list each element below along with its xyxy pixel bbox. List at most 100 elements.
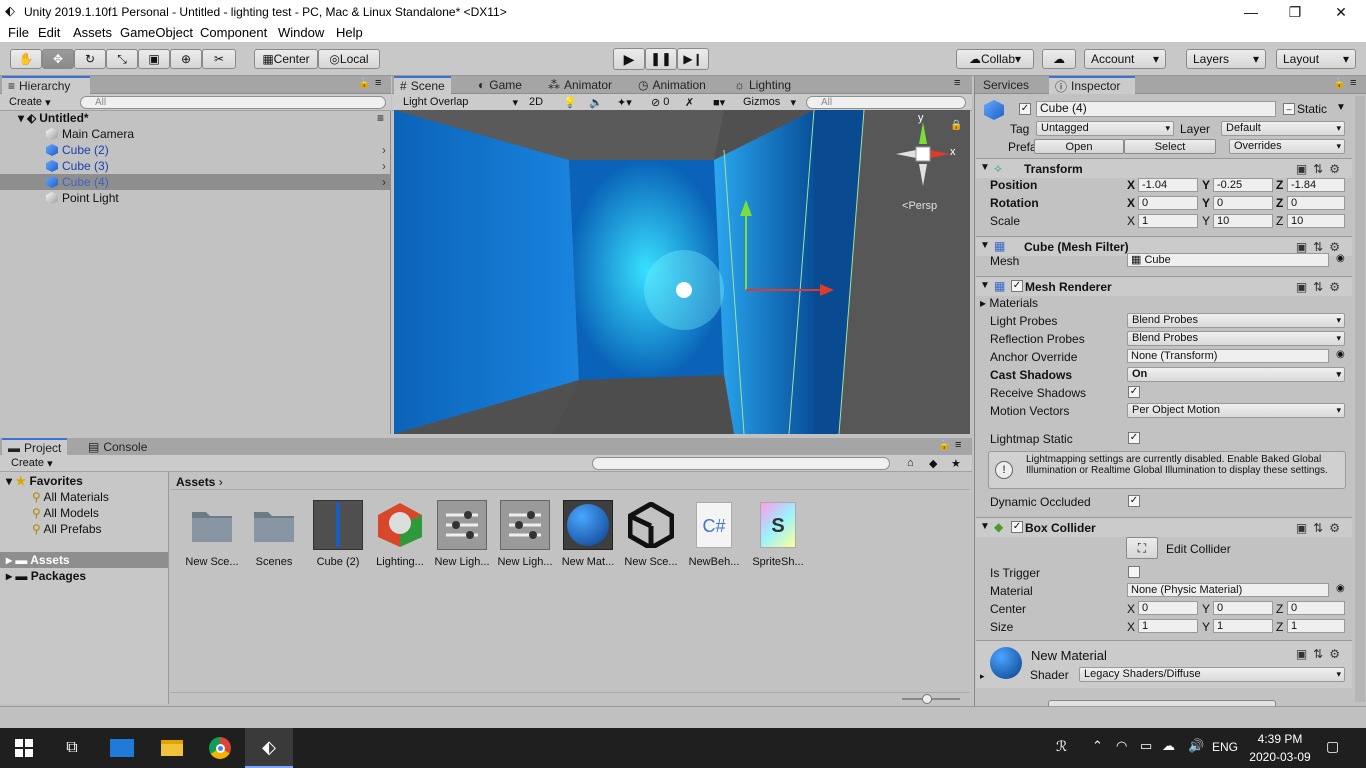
hierarchy-item-cube-3[interactable]: Cube (3) ›	[0, 158, 390, 174]
anchor-override-field[interactable]: None (Transform)	[1127, 349, 1329, 363]
collab-button[interactable]: ☁ Collab ▾	[956, 49, 1034, 69]
hierarchy-item-point-light[interactable]: Point Light	[0, 190, 390, 206]
tab-lighting[interactable]: ☼ Lighting	[728, 76, 797, 94]
hierarchy-item-cube-2[interactable]: Cube (2) ›	[0, 142, 390, 158]
tree-assets-row[interactable]: ▸ ▬ Assets	[0, 552, 168, 568]
notifications-icon[interactable]: ▢	[1326, 738, 1339, 755]
box-collider-enabled-checkbox[interactable]: ✓	[1011, 521, 1023, 533]
lightmap-static-checkbox[interactable]: ✓	[1128, 432, 1140, 444]
cast-shadows-dropdown[interactable]: On	[1127, 367, 1345, 382]
foldout-arrow-icon[interactable]: ▼	[980, 162, 990, 173]
tree-packages-row[interactable]: ▸ ▬ Packages	[6, 569, 86, 583]
shader-dropdown[interactable]: Legacy Shaders/Diffuse	[1079, 667, 1345, 682]
asset-item[interactable]: Lighting...	[370, 500, 430, 568]
gizmos-dropdown[interactable]: Gizmos ▾	[740, 95, 798, 109]
foldout-arrow-icon[interactable]: ▼	[980, 240, 990, 251]
size-y-field[interactable]: 1	[1213, 619, 1273, 633]
favorites-row[interactable]: ▾ ★ Favorites	[6, 474, 83, 488]
tab-inspector[interactable]: ⓘ Inspector	[1049, 76, 1135, 94]
foldout-arrow-icon[interactable]: ▸	[980, 671, 985, 682]
hidden-objects-toggle[interactable]: ⊘ 0	[648, 95, 672, 109]
tab-hierarchy[interactable]: ≡ Hierarchy	[2, 76, 90, 94]
menu-gameobject[interactable]: GameObject	[120, 25, 193, 40]
filter-type-icon[interactable]: ⌂	[904, 456, 917, 470]
asset-item[interactable]: New Ligh...	[495, 500, 555, 568]
asset-item[interactable]: New Sce...	[621, 500, 681, 568]
chevron-right-icon[interactable]: ›	[382, 159, 386, 173]
panel-menu-icon[interactable]: ≡	[375, 77, 381, 89]
inspector-scrollbar[interactable]	[1355, 96, 1365, 702]
collider-material-field[interactable]: None (Physic Material)	[1127, 583, 1329, 597]
object-picker-icon[interactable]: ◉	[1336, 349, 1345, 360]
pivot-center-button[interactable]: ▦ Center	[254, 49, 318, 69]
volume-icon[interactable]: 🔊	[1188, 738, 1204, 754]
center-z-field[interactable]: 0	[1287, 601, 1345, 615]
asset-item[interactable]: Cube (2)	[308, 500, 368, 568]
layers-dropdown[interactable]: Layers ▾	[1186, 49, 1266, 69]
edit-collider-button[interactable]: ⛶	[1126, 537, 1158, 559]
account-dropdown[interactable]: Account ▾	[1084, 49, 1166, 69]
mesh-field[interactable]: ▦ Cube	[1127, 253, 1329, 267]
hand-tool-icon[interactable]: ✋	[10, 49, 42, 69]
zoom-slider-handle[interactable]	[922, 694, 932, 704]
step-button[interactable]: ▶❙	[677, 48, 709, 70]
menu-file[interactable]: File	[8, 25, 29, 40]
menu-assets[interactable]: Assets	[73, 25, 112, 40]
clock-time[interactable]: 4:39 PM	[1250, 732, 1310, 746]
lock-icon[interactable]: 🔒	[938, 440, 950, 451]
chevron-right-icon[interactable]: ›	[382, 143, 386, 157]
file-explorer-icon[interactable]	[148, 728, 196, 768]
box-collider-header[interactable]: ▼ ◆ ✓ Box Collider ▣⇅⚙	[976, 517, 1352, 537]
active-checkbox[interactable]: ✓	[1019, 103, 1031, 115]
pivot-local-button[interactable]: ◎ Local	[318, 49, 380, 69]
component-actions-icon[interactable]: ▣⇅⚙	[1296, 162, 1346, 176]
hierarchy-create-dropdown[interactable]: Create ▾	[6, 95, 54, 109]
menu-window[interactable]: Window	[278, 25, 324, 40]
lighting-toggle-icon[interactable]: 💡	[560, 95, 580, 109]
scale-z-field[interactable]: 10	[1287, 214, 1345, 228]
scene-search-input[interactable]: All	[806, 96, 966, 109]
breadcrumb[interactable]: Assets ›	[170, 472, 970, 490]
fav-all-materials[interactable]: ⚲ All Materials	[32, 490, 109, 504]
tab-scene[interactable]: # Scene	[394, 76, 451, 94]
panel-menu-icon[interactable]: ≡	[1350, 77, 1356, 89]
people-icon[interactable]: ℛ	[1056, 738, 1067, 755]
rect-tool-icon[interactable]: ▣	[138, 49, 170, 69]
input-language[interactable]: ENG	[1212, 740, 1238, 754]
battery-icon[interactable]: ▭	[1140, 738, 1152, 754]
scene-viewport[interactable]: y x <Persp 🔒	[394, 110, 970, 434]
layer-dropdown[interactable]: Default	[1221, 121, 1345, 136]
maximize-button[interactable]: ❐	[1272, 0, 1318, 24]
asset-item[interactable]: Scenes	[244, 500, 304, 568]
is-trigger-checkbox[interactable]	[1128, 566, 1140, 578]
cloud-icon[interactable]: ☁	[1042, 49, 1076, 69]
prefab-open-button[interactable]: Open	[1034, 139, 1124, 154]
component-actions-icon[interactable]: ▣⇅⚙	[1296, 521, 1346, 535]
receive-shadows-checkbox[interactable]: ✓	[1128, 386, 1140, 398]
foldout-arrow-icon[interactable]: ▼	[980, 521, 990, 532]
asset-item[interactable]: S SpriteSh...	[748, 500, 808, 568]
prefab-overrides-dropdown[interactable]: Overrides	[1229, 139, 1345, 154]
asset-item[interactable]: C# NewBeh...	[684, 500, 744, 568]
lock-icon[interactable]: 🔒	[358, 78, 370, 89]
rotate-tool-icon[interactable]: ↻	[74, 49, 106, 69]
hierarchy-search-input[interactable]: All	[80, 96, 386, 109]
pause-button[interactable]: ❚❚	[645, 48, 677, 70]
reflection-probes-dropdown[interactable]: Blend Probes	[1127, 331, 1345, 346]
onedrive-icon[interactable]: ☁	[1162, 738, 1175, 754]
static-dropdown-icon[interactable]: ▼	[1336, 102, 1346, 113]
foldout-arrow-icon[interactable]: ▼	[980, 280, 990, 291]
panel-menu-icon[interactable]: ≡	[954, 77, 960, 89]
minimize-button[interactable]: —	[1228, 0, 1274, 24]
windows-start-icon[interactable]	[0, 728, 48, 768]
scale-x-field[interactable]: 1	[1138, 214, 1198, 228]
position-y-field[interactable]: -0.25	[1213, 178, 1273, 192]
tab-console[interactable]: ▤ Console	[82, 438, 153, 456]
chrome-icon[interactable]	[196, 728, 244, 768]
fav-all-prefabs[interactable]: ⚲ All Prefabs	[32, 522, 102, 536]
menu-component[interactable]: Component	[200, 25, 267, 40]
mail-icon[interactable]	[98, 728, 146, 768]
component-actions-icon[interactable]: ▣⇅⚙	[1296, 280, 1346, 294]
mesh-renderer-header[interactable]: ▼ ▦ ✓ Mesh Renderer ▣⇅⚙	[976, 276, 1352, 296]
rotation-x-field[interactable]: 0	[1138, 196, 1198, 210]
